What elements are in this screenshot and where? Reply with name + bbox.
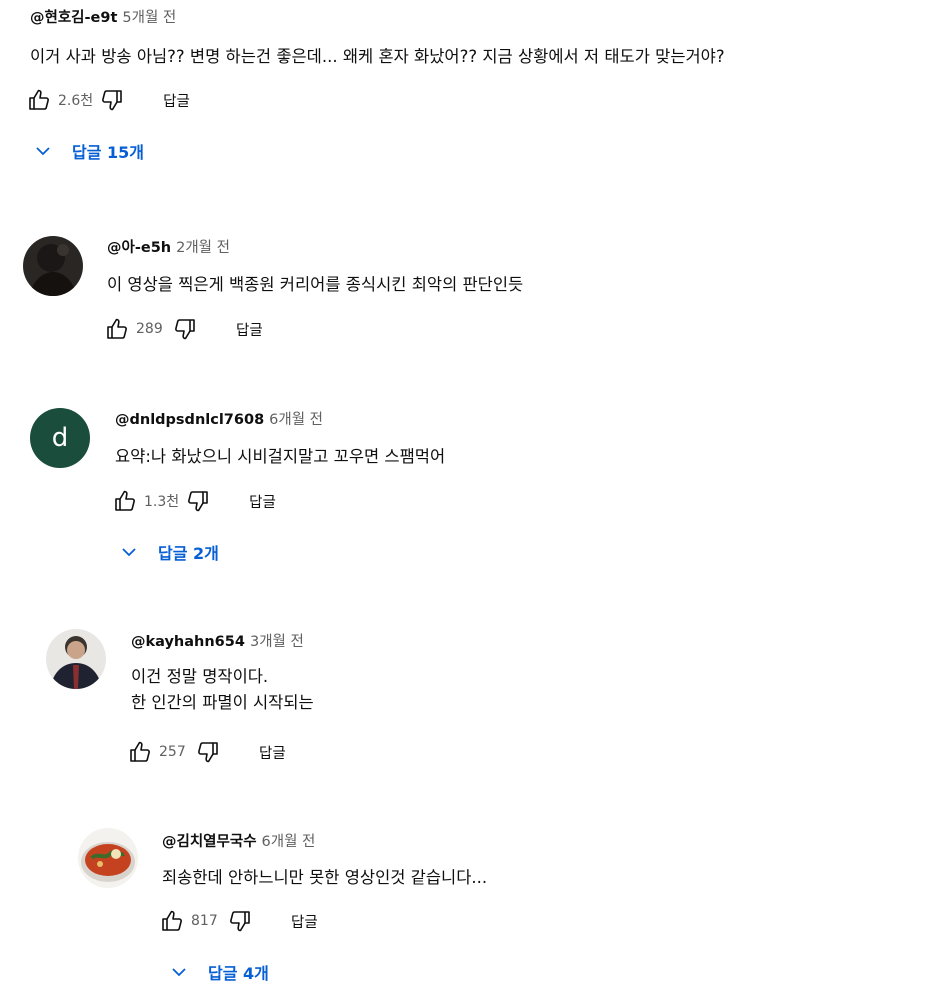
comment-header: @김치열무국수 6개월 전 [162, 832, 315, 852]
reply-button[interactable]: 답글 [291, 911, 318, 932]
comment-actions: 1.3천 답글 [112, 486, 276, 516]
replies-count-label: 답글 4개 [208, 964, 269, 983]
show-replies-button[interactable]: 답글 15개 [34, 137, 144, 165]
comment-time[interactable]: 5개월 전 [122, 10, 176, 26]
dislike-icon[interactable] [99, 87, 125, 113]
comment-actions: 257 답글 [127, 737, 286, 767]
chevron-down-icon [170, 963, 188, 981]
like-icon[interactable] [26, 87, 52, 113]
comment-text: 이건 정말 명작이다. 한 인간의 파멸이 시작되는 [131, 664, 314, 716]
like-icon[interactable] [159, 908, 185, 934]
comment-text-line: 한 인간의 파멸이 시작되는 [131, 693, 314, 712]
comment-actions: 289 답글 [104, 314, 263, 344]
show-replies-button[interactable]: 답글 2개 [120, 538, 219, 566]
replies-count-label: 답글 2개 [158, 544, 219, 563]
avatar[interactable]: d [30, 408, 90, 468]
comment-text-line: 이건 정말 명작이다. [131, 667, 269, 686]
like-icon[interactable] [112, 488, 138, 514]
comment-time[interactable]: 3개월 전 [250, 634, 304, 650]
comment-actions: 2.6천 답글 [26, 85, 190, 115]
dislike-icon[interactable] [227, 908, 253, 934]
comment-header: @kayhahn654 3개월 전 [131, 632, 304, 652]
avatar[interactable] [78, 828, 138, 888]
reply-button[interactable]: 답글 [259, 742, 286, 763]
comment-header: @현호김-e9t 5개월 전 [30, 8, 176, 28]
comment-text-line: 이거 사과 방송 아님?? 변명 하는건 좋은데... 왜케 혼자 화났어?? … [30, 47, 725, 66]
chevron-down-icon [120, 543, 138, 561]
comment-text: 죄송한데 안하느니만 못한 영상인것 같습니다... [162, 865, 487, 891]
like-count: 1.3천 [144, 494, 180, 510]
avatar[interactable] [46, 629, 106, 689]
like-count: 257 [159, 744, 186, 760]
like-icon[interactable] [127, 739, 153, 765]
comment-time[interactable]: 6개월 전 [269, 412, 323, 428]
dislike-icon[interactable] [172, 316, 198, 342]
replies-count-label: 답글 15개 [72, 143, 144, 162]
like-count: 289 [136, 321, 163, 337]
reply-button[interactable]: 답글 [163, 90, 190, 111]
comment-actions: 817 답글 [159, 906, 318, 936]
comment-author[interactable]: @kayhahn654 [131, 634, 245, 650]
reply-button[interactable]: 답글 [249, 491, 276, 512]
comment-header: @dnldpsdnlcl7608 6개월 전 [115, 410, 323, 430]
comment-text-line: 이 영상을 찍은게 백종원 커리어를 종식시킨 최악의 판단인듯 [107, 275, 524, 294]
like-icon[interactable] [104, 316, 130, 342]
comment-text: 이 영상을 찍은게 백종원 커리어를 종식시킨 최악의 판단인듯 [107, 272, 523, 298]
comment-text: 요약:나 화났으니 시비걸지말고 꼬우면 스팸먹어 [115, 444, 445, 470]
comment-time[interactable]: 6개월 전 [262, 834, 316, 850]
like-count: 2.6천 [58, 93, 94, 109]
show-replies-button[interactable]: 답글 4개 [170, 958, 269, 986]
comment-author[interactable]: @현호김-e9t [30, 10, 117, 26]
comment-author[interactable]: @아-e5h [107, 240, 171, 256]
dislike-icon[interactable] [195, 739, 221, 765]
comment-text-line: 요약:나 화났으니 시비걸지말고 꼬우면 스팸먹어 [115, 447, 446, 466]
reply-button[interactable]: 답글 [236, 319, 263, 340]
like-count: 817 [191, 913, 218, 929]
chevron-down-icon [34, 142, 52, 160]
comment-author[interactable]: @dnldpsdnlcl7608 [115, 412, 264, 428]
comment-header: @아-e5h 2개월 전 [107, 238, 230, 258]
comment-text: 이거 사과 방송 아님?? 변명 하는건 좋은데... 왜케 혼자 화났어?? … [30, 44, 725, 70]
comment-author[interactable]: @김치열무국수 [162, 834, 257, 850]
dislike-icon[interactable] [185, 488, 211, 514]
comment-text-line: 죄송한데 안하느니만 못한 영상인것 같습니다... [162, 868, 488, 887]
avatar[interactable] [23, 236, 83, 296]
comment-time[interactable]: 2개월 전 [176, 240, 230, 256]
